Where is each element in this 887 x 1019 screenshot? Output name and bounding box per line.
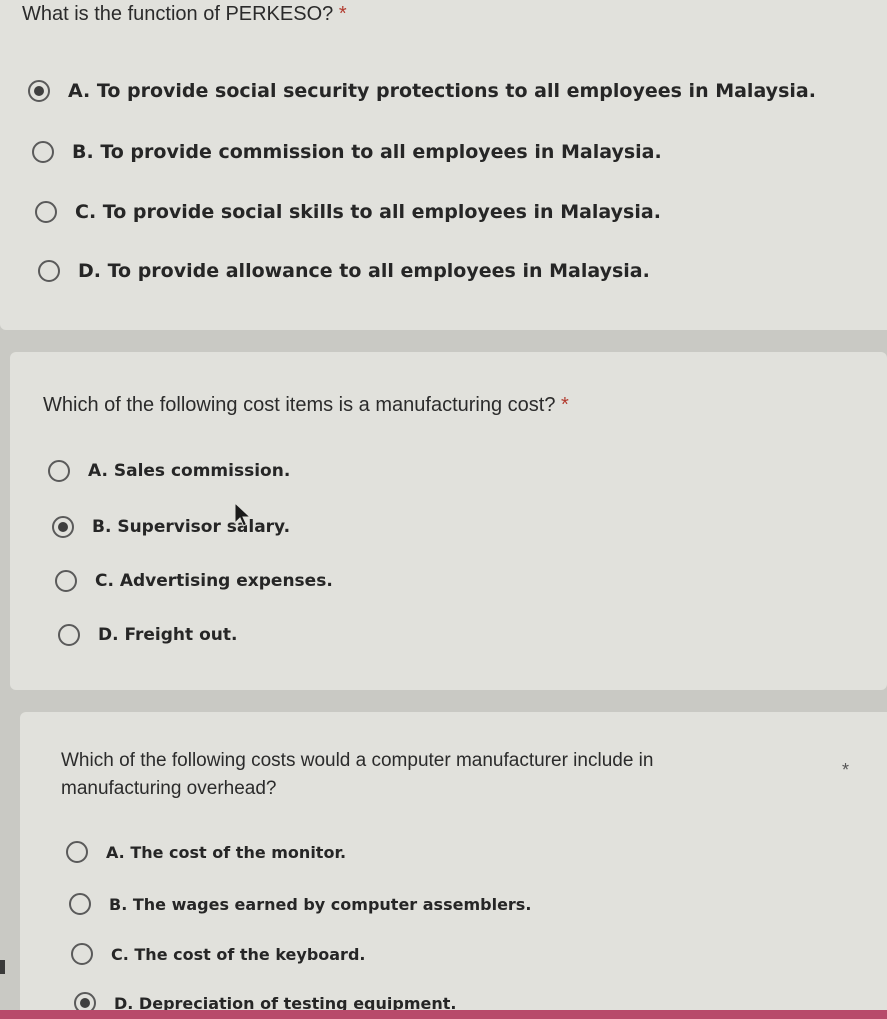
required-asterisk: *	[338, 3, 347, 25]
option-label: C. The cost of the keyboard.	[111, 944, 366, 964]
option-q2-d[interactable]: D. Freight out.	[58, 624, 237, 646]
option-label: D. Freight out.	[98, 625, 238, 645]
option-q3-b[interactable]: B. The wages earned by computer assemble…	[69, 893, 531, 915]
option-q2-a[interactable]: A. Sales commission.	[48, 460, 290, 482]
radio-button-icon[interactable]	[71, 943, 93, 965]
radio-selected-dot	[58, 522, 68, 532]
radio-button-icon[interactable]	[66, 841, 88, 863]
question-title-text: Which of the following cost items is a m…	[43, 394, 556, 416]
required-asterisk: *	[561, 394, 569, 416]
required-asterisk: *	[842, 760, 850, 780]
option-label: D. To provide allowance to all employees…	[78, 260, 650, 282]
option-q2-c[interactable]: C. Advertising expenses.	[55, 570, 333, 592]
question-title-3: Which of the following costs would a com…	[61, 747, 653, 802]
radio-selected-dot	[34, 86, 44, 96]
radio-button-icon[interactable]	[28, 80, 50, 102]
edge-marker	[0, 960, 5, 974]
radio-selected-dot	[80, 998, 90, 1008]
mouse-pointer-icon	[234, 501, 252, 533]
option-label: C. Advertising expenses.	[95, 571, 333, 591]
option-label: B. The wages earned by computer assemble…	[109, 894, 532, 914]
question-title-2: Which of the following cost items is a m…	[43, 391, 569, 420]
option-q1-d[interactable]: D. To provide allowance to all employees…	[38, 260, 650, 282]
question-title-line-2: manufacturing overhead?	[61, 777, 277, 799]
option-label: B. Supervisor salary.	[92, 517, 291, 537]
option-q3-a[interactable]: A. The cost of the monitor.	[66, 841, 346, 863]
radio-button-icon[interactable]	[52, 516, 74, 538]
radio-button-icon[interactable]	[35, 201, 57, 223]
option-label: A. The cost of the monitor.	[106, 842, 347, 862]
option-q1-b[interactable]: B. To provide commission to all employee…	[32, 141, 662, 163]
question-title-line-1: Which of the following costs would a com…	[61, 750, 654, 771]
question-title-text: What is the function of PERKESO?	[22, 3, 334, 25]
option-label: A. Sales commission.	[88, 461, 291, 481]
radio-button-icon[interactable]	[55, 570, 77, 592]
question-title-1: What is the function of PERKESO? *	[22, 0, 347, 29]
radio-button-icon[interactable]	[58, 624, 80, 646]
option-q1-c[interactable]: C. To provide social skills to all emplo…	[35, 201, 661, 223]
option-q1-a[interactable]: A. To provide social security protection…	[28, 80, 816, 102]
option-label: B. To provide commission to all employee…	[72, 141, 662, 163]
radio-button-icon[interactable]	[69, 893, 91, 915]
option-label: C. To provide social skills to all emplo…	[75, 201, 661, 223]
radio-button-icon[interactable]	[32, 141, 54, 163]
radio-button-icon[interactable]	[38, 260, 60, 282]
option-q2-b[interactable]: B. Supervisor salary.	[52, 516, 290, 538]
option-q3-c[interactable]: C. The cost of the keyboard.	[71, 943, 365, 965]
option-label: A. To provide social security protection…	[68, 80, 816, 102]
bottom-bar	[0, 1010, 887, 1019]
radio-button-icon[interactable]	[48, 460, 70, 482]
